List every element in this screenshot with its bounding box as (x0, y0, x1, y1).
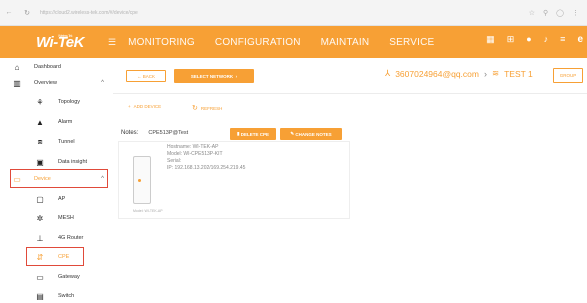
cpe-icon: ⇵ (36, 252, 44, 262)
reload-icon[interactable]: ↻ (18, 9, 36, 17)
logo[interactable]: Wi-TeK Wireless-Tek (0, 34, 104, 51)
arrow-left-icon[interactable]: ← (0, 9, 18, 16)
device-model: Model: WI-CPE513P-KIT (167, 151, 223, 157)
device-ip: IP: 192.168.13.202/169.254.219.45 (167, 165, 246, 171)
nav-monitoring[interactable]: MONITORING (128, 37, 195, 48)
top-nav: MONITORING CONFIGURATION MAINTAIN SERVIC… (128, 37, 434, 48)
chevron-right-icon: › (233, 73, 238, 79)
sidebar-item-cpe[interactable]: ⇵ CPE (0, 248, 113, 266)
refresh-button[interactable]: ↻ REFRESH (192, 104, 222, 112)
back-button[interactable]: ← BACK (126, 70, 166, 82)
delete-cpe-button[interactable]: ▮ DELETE CPE (230, 128, 276, 140)
device-serial: Serial: (167, 158, 182, 164)
router-icon: ⊥ (36, 233, 44, 243)
ap-icon: ▢ (36, 194, 44, 204)
add-device-button[interactable]: + ADD DEVICE (128, 104, 161, 109)
bell-icon: ▲ (36, 117, 44, 127)
network-icon: ⅄ (385, 68, 391, 78)
bookmark-icon[interactable]: ☆ (529, 9, 535, 17)
cpe-device-image (133, 156, 151, 204)
group-button[interactable]: GROUP (553, 68, 583, 83)
switch-icon: ▤ (36, 291, 44, 301)
grid-icon[interactable]: ▦ (486, 34, 495, 45)
sidebar: ⌂ Dashboard ▥ Overview ^ ⚘ Topology ▲ Al… (0, 58, 113, 303)
sidebar-item-switch[interactable]: ▤ Switch (0, 287, 113, 303)
change-notes-button[interactable]: ✎ CHANGE NOTES (280, 128, 342, 140)
header-icons: ▦ ⊞ ● ♪ ≡ e (486, 34, 583, 45)
user-icon[interactable]: e (577, 34, 583, 45)
device-icon: ▭ (13, 174, 21, 184)
network-name[interactable]: TEST 1 (504, 69, 533, 79)
device-caption: Model: WI-TEK-AP (133, 209, 163, 213)
bell-icon[interactable]: ♪ (544, 34, 549, 45)
notes-label: Notes: (121, 130, 139, 136)
app-header: Wi-TeK Wireless-Tek ☰ MONITORING CONFIGU… (0, 26, 587, 58)
sidebar-item-device[interactable]: ▭ Device ^ (0, 170, 113, 188)
nav-service[interactable]: SERVICE (389, 37, 434, 48)
home-icon: ⌂ (14, 62, 20, 72)
device-info: Hostname: WI-TEK-AP Model: WI-CPE513P-KI… (167, 144, 245, 172)
sidebar-item-ap[interactable]: ▢ AP (0, 190, 113, 208)
device-actions: + ADD DEVICE ↻ REFRESH (113, 94, 587, 118)
sidebar-item-gateway[interactable]: ▭ Gateway (0, 268, 113, 286)
building-icon: ▥ (13, 78, 21, 88)
hamburger-icon[interactable]: ☰ (108, 37, 116, 48)
notes-value: CPE513P@Test (148, 130, 189, 136)
chevron-right-icon: › (483, 68, 487, 79)
chat-icon[interactable]: ● (526, 34, 531, 45)
nav-maintain[interactable]: MAINTAIN (321, 37, 370, 48)
extension-icon[interactable]: ⚲ (543, 9, 548, 17)
select-network-button[interactable]: SELECT NETWORK › (174, 69, 254, 83)
mesh-icon: ✲ (36, 213, 44, 223)
gateway-icon: ▭ (36, 272, 44, 282)
toolbar: ← BACK SELECT NETWORK › ⅄ 3607024964@qq.… (113, 58, 587, 94)
account-breadcrumb: ⅄ 3607024964@qq.com › ≋ TEST 1 (385, 68, 533, 79)
menu-icon[interactable]: ⋮ (572, 9, 579, 17)
chart-icon: ▣ (36, 157, 44, 167)
sidebar-item-tunnel[interactable]: ⧈ Tunnel (0, 133, 113, 151)
wifi-icon: ≋ (491, 68, 500, 78)
nav-configuration[interactable]: CONFIGURATION (215, 37, 301, 48)
device-hostname: Hostname: WI-TEK-AP (167, 144, 219, 150)
refresh-icon: ↻ (192, 105, 198, 112)
qr-icon[interactable]: ⊞ (507, 34, 515, 45)
chevron-up-icon: ^ (101, 80, 104, 86)
chevron-up-icon: ^ (101, 176, 104, 182)
sidebar-item-4g-router[interactable]: ⊥ 4G Router (0, 229, 113, 247)
settings-icon[interactable]: ≡ (560, 34, 565, 45)
profile-icon[interactable]: ◯ (556, 9, 564, 17)
device-card[interactable]: Model: WI-TEK-AP Hostname: WI-TEK-AP Mod… (118, 141, 350, 219)
sidebar-item-alarm[interactable]: ▲ Alarm (0, 113, 113, 131)
sidebar-item-topology[interactable]: ⚘ Topology (0, 93, 113, 111)
account-email[interactable]: 3607024964@qq.com (395, 69, 479, 79)
browser-bar: ← ↻ https://cloud2.wireless-tek.com/#/de… (0, 0, 587, 26)
topology-icon: ⚘ (36, 97, 44, 107)
plus-icon: + (128, 104, 131, 109)
address-bar[interactable]: https://cloud2.wireless-tek.com/#/device… (40, 10, 529, 16)
tunnel-icon: ⧈ (37, 137, 43, 146)
sidebar-item-mesh[interactable]: ✲ MESH (0, 209, 113, 227)
sidebar-item-overview[interactable]: ▥ Overview ^ (0, 74, 113, 92)
led-indicator (138, 179, 141, 182)
